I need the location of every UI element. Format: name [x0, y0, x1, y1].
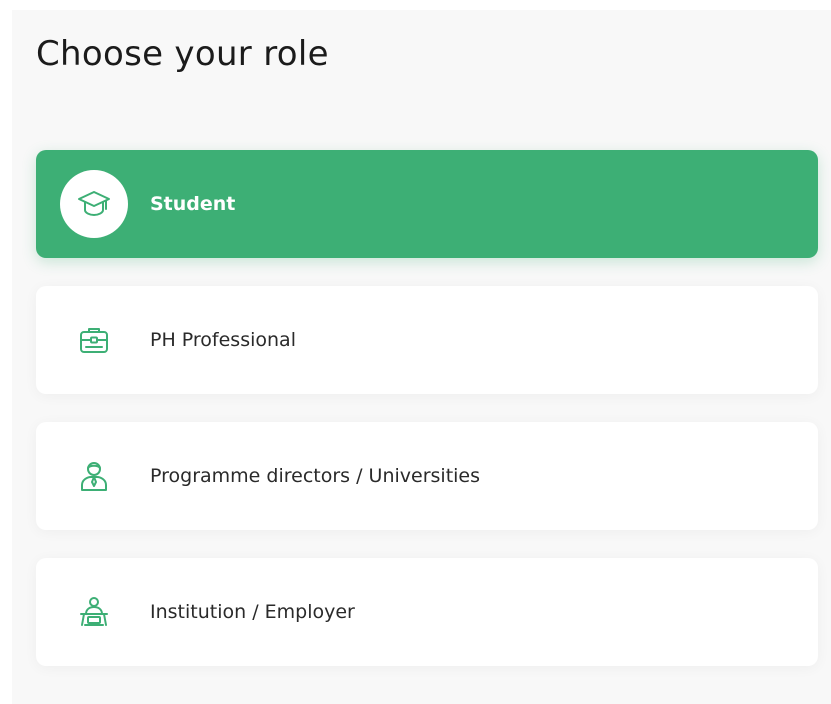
- role-option-programme-directors[interactable]: Programme directors / Universities: [36, 422, 818, 530]
- role-option-student[interactable]: Student: [36, 150, 818, 258]
- role-list: Student PH Professional Programme direct…: [36, 150, 818, 694]
- graduation-cap-icon: [60, 170, 128, 238]
- role-label-ph-professional: PH Professional: [150, 329, 296, 351]
- employer-desk-icon: [60, 578, 128, 646]
- role-option-ph-professional[interactable]: PH Professional: [36, 286, 818, 394]
- role-option-institution-employer[interactable]: Institution / Employer: [36, 558, 818, 666]
- page-title: Choose your role: [36, 34, 329, 74]
- briefcase-icon: [60, 306, 128, 374]
- role-label-programme-directors: Programme directors / Universities: [150, 465, 481, 487]
- role-label-institution-employer: Institution / Employer: [150, 601, 355, 623]
- role-label-student: Student: [150, 193, 236, 215]
- teacher-icon: [60, 442, 128, 510]
